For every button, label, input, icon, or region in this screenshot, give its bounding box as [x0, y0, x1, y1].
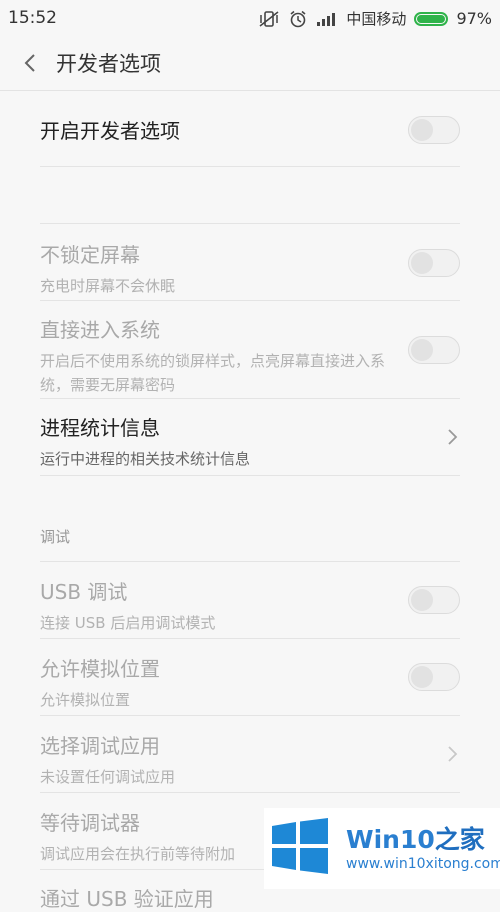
divider [40, 561, 460, 562]
divider [40, 223, 460, 224]
battery-percent: 97% [456, 9, 492, 28]
setting-subtitle: 未设置任何调试应用 [40, 768, 176, 786]
toggle-knob [411, 666, 433, 688]
setting-subtitle: 连接 USB 后启用调试模式 [40, 614, 216, 632]
setting-usb-debugging[interactable]: USB 调试 连接 USB 后启用调试模式 [40, 576, 460, 635]
toggle-knob [411, 339, 433, 361]
section-header-debug: 调试 [40, 528, 71, 546]
toggle-knob [411, 589, 433, 611]
carrier-name: 中国移动 [346, 10, 407, 28]
alarm-icon [288, 10, 308, 28]
setting-subtitle: 充电时屏幕不会休眠 [40, 277, 176, 295]
divider [40, 792, 460, 793]
watermark-brand-cn: 之家 [434, 825, 485, 854]
setting-subtitle: 运行中进程的相关技术统计信息 [40, 450, 251, 468]
battery-icon [414, 11, 449, 26]
divider [40, 638, 460, 639]
vibrate-off-icon [258, 10, 280, 28]
setting-title: 直接进入系统 [40, 318, 160, 342]
divider [40, 715, 460, 716]
chevron-right-icon[interactable] [446, 428, 460, 446]
windows-logo-icon [272, 818, 328, 874]
direct-boot-toggle[interactable] [408, 336, 460, 364]
toggle-knob [411, 119, 433, 141]
divider [40, 398, 460, 399]
setting-title: USB 调试 [40, 580, 128, 604]
setting-stay-awake[interactable]: 不锁定屏幕 充电时屏幕不会休眠 [40, 239, 460, 298]
status-bar: 15:52 中国移动 97% [0, 0, 500, 36]
setting-title: 允许模拟位置 [40, 657, 160, 681]
setting-direct-boot[interactable]: 直接进入系统 开启后不使用系统的锁屏样式，点亮屏幕直接进入系统，需要无屏幕密码 [40, 314, 390, 397]
watermark-url: www.win10xitong.com [346, 856, 500, 872]
developer-options-toggle[interactable] [408, 116, 460, 144]
mock-location-toggle[interactable] [408, 663, 460, 691]
watermark-brand: Win10之家 [346, 820, 485, 856]
setting-title: 不锁定屏幕 [40, 243, 140, 267]
page-title: 开发者选项 [56, 52, 161, 76]
setting-subtitle: 允许模拟位置 [40, 691, 131, 709]
setting-title: 开启开发者选项 [40, 119, 180, 143]
status-icons: 中国移动 97% [258, 8, 492, 29]
divider [40, 300, 460, 301]
setting-title: 进程统计信息 [40, 416, 160, 440]
setting-process-stats[interactable]: 进程统计信息 运行中进程的相关技术统计信息 [40, 412, 460, 471]
setting-debug-app[interactable]: 选择调试应用 未设置任何调试应用 [40, 730, 460, 789]
usb-debugging-toggle[interactable] [408, 586, 460, 614]
divider [40, 166, 460, 167]
setting-developer-options[interactable]: 开启开发者选项 [40, 115, 460, 144]
signal-icon [316, 12, 338, 26]
toggle-knob [411, 252, 433, 274]
stay-awake-toggle[interactable] [408, 249, 460, 277]
back-arrow-icon[interactable] [20, 52, 42, 74]
divider [40, 475, 460, 476]
watermark-brand-en: Win10 [346, 825, 435, 854]
status-time: 15:52 [8, 8, 57, 28]
setting-title: 选择调试应用 [40, 734, 160, 758]
setting-subtitle: 开启后不使用系统的锁屏样式，点亮屏幕直接进入系统，需要无屏幕密码 [40, 352, 386, 394]
chevron-right-icon[interactable] [446, 745, 460, 763]
battery-level [417, 14, 445, 23]
setting-mock-location[interactable]: 允许模拟位置 允许模拟位置 [40, 653, 460, 712]
app-header: 开发者选项 [0, 36, 500, 91]
watermark: Win10之家 www.win10xitong.com [264, 808, 500, 889]
